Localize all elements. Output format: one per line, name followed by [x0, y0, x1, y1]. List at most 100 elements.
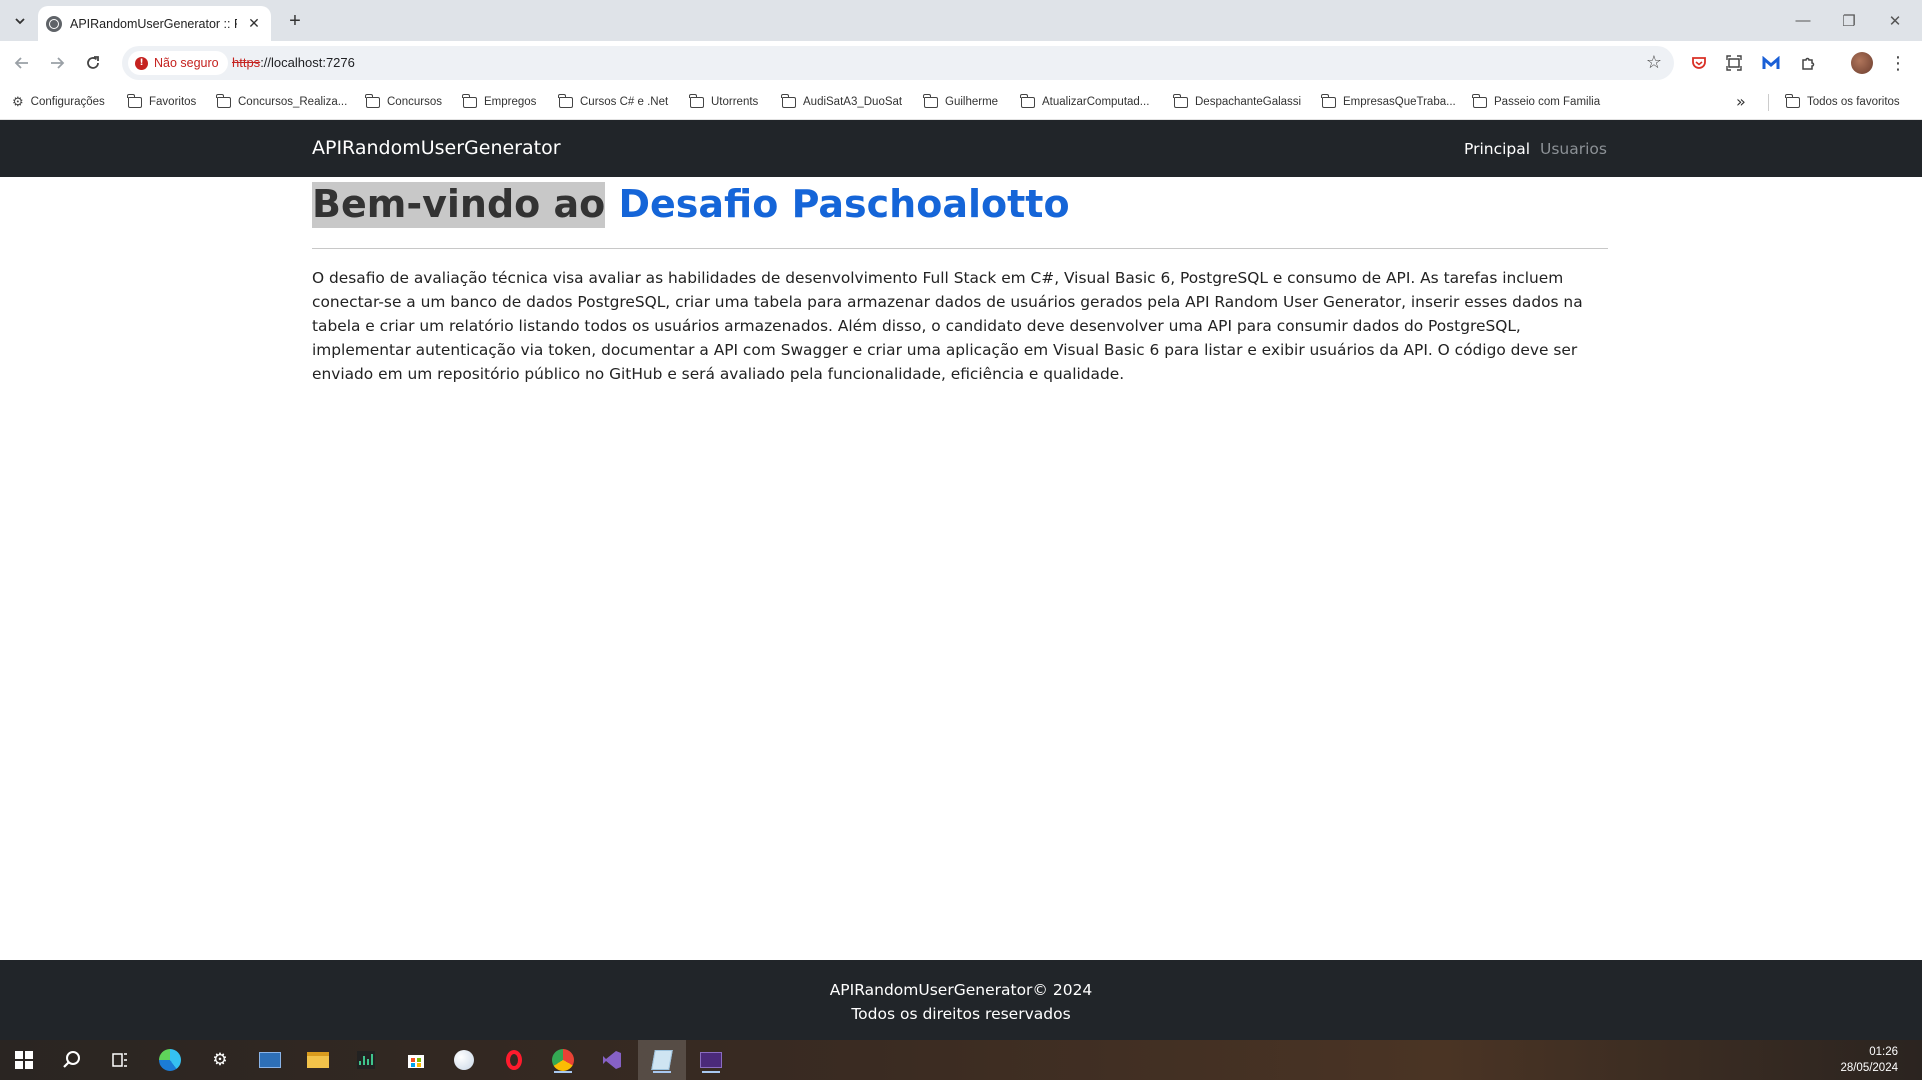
task-manager-icon[interactable] — [352, 1046, 380, 1074]
new-tab-button[interactable]: + — [282, 8, 308, 34]
puzzle-shape — [1802, 57, 1815, 70]
bookmark-label: Empregos — [484, 96, 537, 108]
system-clock[interactable]: 01:26 28/05/2024 — [1840, 1044, 1898, 1076]
notepad-icon[interactable] — [648, 1046, 676, 1074]
running-indicator — [702, 1071, 720, 1073]
reload-button[interactable] — [80, 50, 106, 76]
site-footer: APIRandomUserGenerator© 2024 Todos os di… — [0, 960, 1922, 1040]
terminal-shape — [259, 1052, 281, 1068]
bookmark-folder[interactable]: AudiSatA3_DuoSat — [781, 93, 902, 111]
restore-button[interactable]: ❐ — [1826, 0, 1872, 41]
browser-tab[interactable]: APIRandomUserGenerator :: Pá ✕ — [38, 6, 271, 41]
browser-toolbar: ! Não seguro https://localhost:7276 ☆ ⋮ — [0, 41, 1922, 84]
bookmarks-bar: ⚙ Configurações Favoritos Concursos_Real… — [0, 84, 1922, 120]
file-explorer-icon[interactable] — [304, 1046, 332, 1074]
folder-icon — [1785, 93, 1800, 108]
security-chip[interactable]: ! Não seguro — [128, 51, 228, 75]
bookmark-label: Guilherme — [945, 96, 999, 108]
opera-shape — [506, 1050, 522, 1070]
forward-button[interactable] — [44, 50, 70, 76]
bookmark-label: Utorrents — [711, 96, 759, 108]
globe-icon — [46, 15, 62, 32]
screenshot-icon[interactable] — [1722, 51, 1746, 75]
bookmark-star-icon[interactable]: ☆ — [1646, 52, 1662, 73]
bookmark-folder[interactable]: Concursos — [365, 93, 442, 111]
title-divider — [312, 248, 1608, 249]
page-title-highlight: Desafio Paschoalotto — [618, 182, 1070, 226]
folder-icon — [558, 93, 573, 108]
console-app-icon[interactable] — [697, 1046, 725, 1074]
chrome-icon[interactable] — [549, 1046, 577, 1074]
windows-start-icon[interactable] — [10, 1046, 38, 1074]
bookmark-folder[interactable]: Concursos_Realiza... — [216, 93, 348, 111]
bookmark-folder[interactable]: Passeio com Familia — [1472, 93, 1600, 111]
back-button[interactable] — [9, 50, 35, 76]
task-view-icon[interactable] — [106, 1046, 134, 1074]
bookmark-folder[interactable]: Empregos — [462, 93, 537, 111]
bookmark-folder[interactable]: Guilherme — [923, 93, 999, 111]
bookmark-folder[interactable]: EmpresasQueTraba... — [1321, 93, 1456, 111]
address-bar[interactable]: ! Não seguro https://localhost:7276 ☆ — [122, 46, 1674, 80]
pocket-icon[interactable] — [1687, 51, 1711, 75]
bookmark-all-folder[interactable]: Todos os favoritos — [1785, 93, 1900, 111]
tab-close-icon[interactable]: ✕ — [245, 16, 263, 32]
search-icon[interactable] — [58, 1046, 86, 1074]
screen: APIRandomUserGenerator :: Pá ✕ + — ❐ ✕ !… — [0, 0, 1922, 1080]
chevron-down-icon — [15, 18, 25, 25]
bookmark-label: Concursos_Realiza... — [238, 96, 348, 108]
nav-link-principal[interactable]: Principal — [1464, 140, 1530, 158]
folder-icon — [365, 93, 380, 108]
extensions-icon[interactable] — [1796, 51, 1820, 75]
notepad-shape — [651, 1050, 673, 1070]
capture-shape — [1726, 55, 1742, 71]
bookmark-label: AtualizarComputad... — [1042, 96, 1150, 108]
folder-icon — [923, 93, 938, 108]
folder-icon — [216, 93, 231, 108]
site-brand-link[interactable]: APIRandomUserGenerator — [312, 137, 561, 159]
edge-shape — [159, 1049, 181, 1071]
url-scheme: https — [232, 55, 261, 70]
bookmark-folder[interactable]: DespachanteGalassi — [1173, 93, 1301, 111]
page-title-prefix: Bem-vindo ao — [312, 182, 606, 228]
more-menu-icon[interactable]: ⋮ — [1886, 51, 1910, 75]
minimize-button[interactable]: — — [1780, 0, 1826, 41]
bookmark-folder[interactable]: Favoritos — [127, 93, 197, 111]
palette-shape — [454, 1050, 474, 1070]
console-shape — [700, 1052, 722, 1068]
nav-link-usuarios[interactable]: Usuarios — [1540, 140, 1607, 158]
bookmark-label: Favoritos — [149, 96, 197, 108]
folder-icon — [127, 93, 142, 108]
bars-shape — [357, 1051, 375, 1069]
visual-studio-icon[interactable] — [598, 1046, 626, 1074]
chrome-shape — [552, 1049, 574, 1071]
store-shape — [408, 1055, 424, 1068]
bookmark-folder[interactable]: Utorrents — [689, 93, 759, 111]
gear-icon: ⚙ — [12, 94, 24, 109]
double-chevron-icon[interactable]: » — [1736, 92, 1746, 111]
reload-icon — [87, 56, 99, 69]
edge-icon[interactable] — [156, 1046, 184, 1074]
footer-copyright: APIRandomUserGenerator© 2024 — [829, 981, 1093, 999]
terminal-icon[interactable] — [256, 1046, 284, 1074]
folder-icon — [1173, 93, 1188, 108]
bookmarks-divider — [1768, 94, 1769, 111]
bookmark-folder[interactable]: AtualizarComputad... — [1020, 93, 1150, 111]
vs-shape — [603, 1051, 621, 1069]
bookmark-settings[interactable]: ⚙ Configurações — [12, 93, 105, 111]
close-window-button[interactable]: ✕ — [1872, 0, 1918, 41]
browser-tab-strip: APIRandomUserGenerator :: Pá ✕ + — ❐ ✕ — [0, 0, 1922, 41]
url-host: ://localhost:7276 — [260, 55, 355, 70]
malwarebytes-icon[interactable] — [1759, 51, 1783, 75]
store-icon[interactable] — [402, 1046, 430, 1074]
folder-icon — [689, 93, 704, 108]
bookmark-folder[interactable]: Cursos C# e .Net — [558, 93, 668, 111]
site-navbar: APIRandomUserGenerator Principal Usuario… — [0, 120, 1922, 177]
magnifier-shape — [63, 1051, 80, 1068]
opera-icon[interactable] — [500, 1046, 528, 1074]
tab-search-button[interactable] — [6, 8, 34, 34]
profile-avatar[interactable] — [1851, 52, 1873, 74]
paint-icon[interactable] — [450, 1046, 478, 1074]
arrow-right-icon — [51, 57, 65, 69]
url-text[interactable]: https://localhost:7276 — [232, 55, 355, 70]
settings-icon[interactable]: ⚙ — [206, 1046, 234, 1074]
